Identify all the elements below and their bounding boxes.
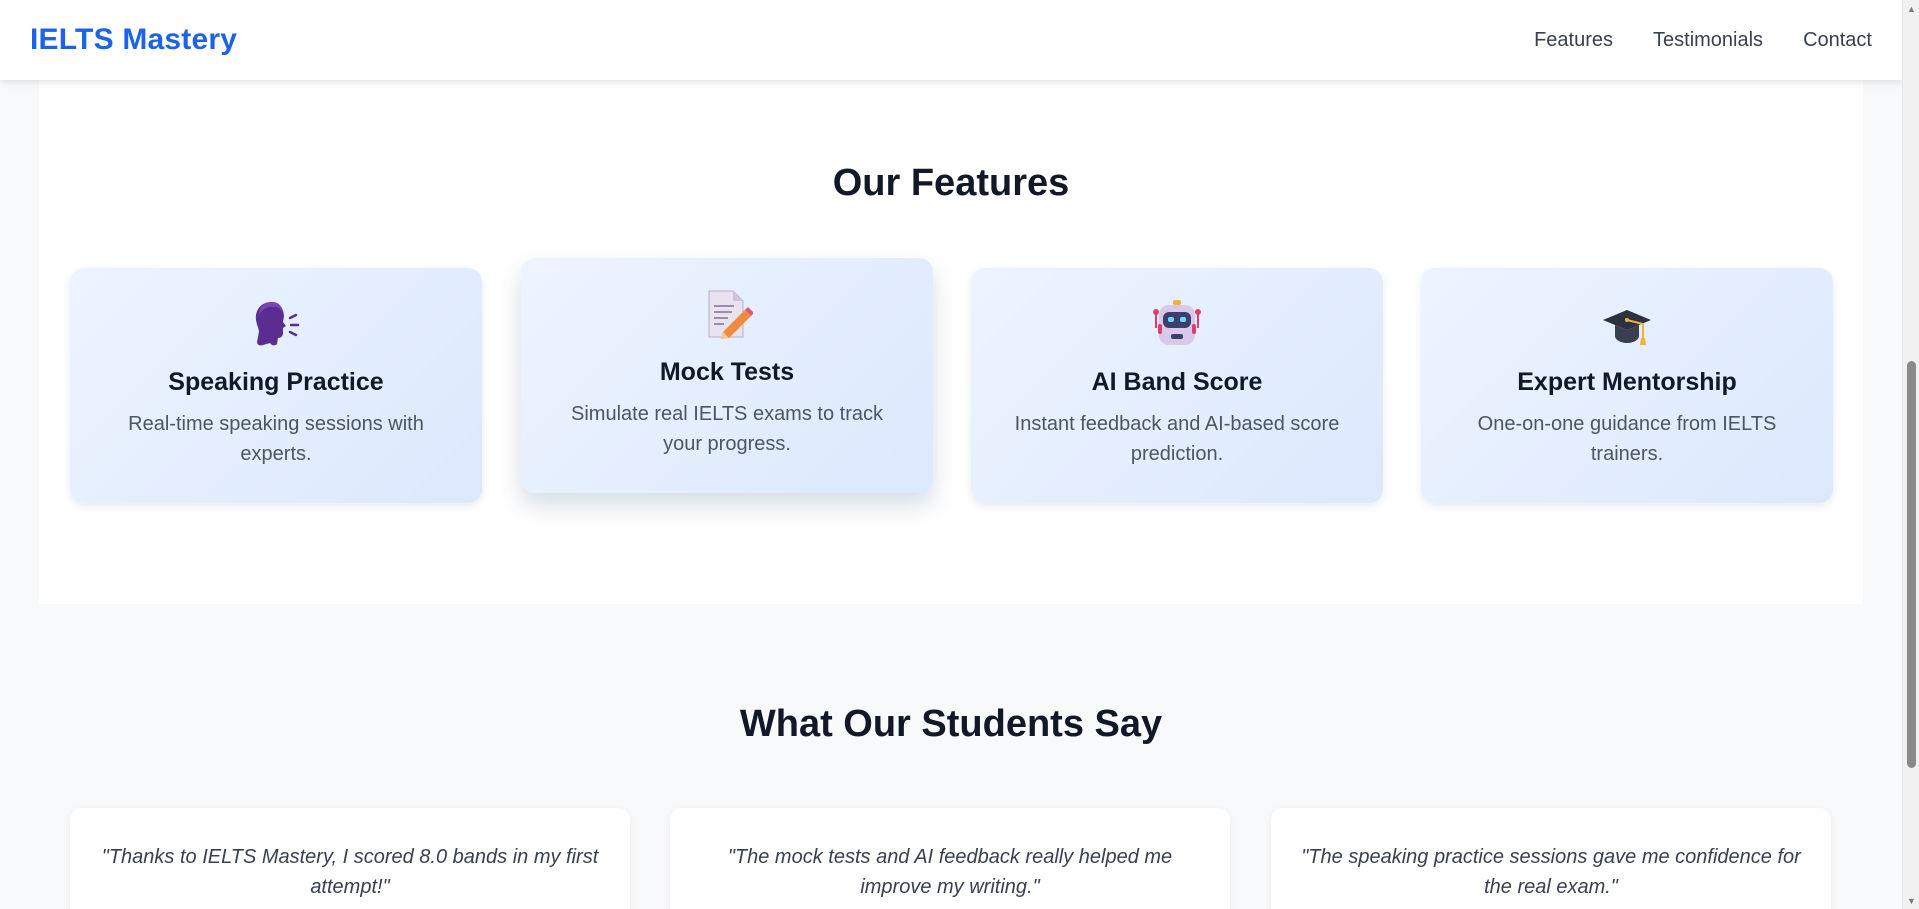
feature-description: One-on-one guidance from IELTS trainers.: [1477, 413, 1777, 465]
feature-title: AI Band Score: [1091, 368, 1263, 396]
feature-card-ai-band-score: AI Band Score Instant feedback and AI-ba…: [971, 268, 1383, 503]
testimonial-card: "Thanks to IELTS Mastery, I scored 8.0 b…: [70, 808, 630, 909]
robot-icon: [1153, 300, 1201, 345]
feature-card-mock-tests: Mock Tests Simulate real IELTS exams to …: [521, 258, 933, 493]
testimonial-card: "The speaking practice sessions gave me …: [1271, 808, 1831, 909]
scrollbar-thumb[interactable]: [1907, 361, 1916, 768]
feature-title: Speaking Practice: [168, 368, 384, 396]
scroll-up-arrow-icon[interactable]: ▲: [1903, 0, 1919, 17]
feature-description: Instant feedback and AI-based score pred…: [1014, 413, 1340, 465]
features-title: Our Features: [832, 162, 1070, 204]
feature-title: Expert Mentorship: [1517, 368, 1737, 396]
vertical-scrollbar[interactable]: ▲ ▼: [1902, 0, 1919, 909]
feature-card-speaking-practice: Speaking Practice Real-time speaking ses…: [70, 268, 482, 503]
feature-card-expert-mentorship: Expert Mentorship One-on-one guidance fr…: [1421, 268, 1833, 503]
nav-link-contact[interactable]: Contact: [1803, 29, 1872, 52]
nav-link-testimonials[interactable]: Testimonials: [1653, 29, 1763, 52]
brand-logo-text[interactable]: IELTS Mastery: [30, 23, 237, 57]
memo-icon: [708, 290, 753, 339]
testimonial-quote: "The speaking practice sessions gave me …: [1301, 846, 1801, 898]
testimonial-quote: "Thanks to IELTS Mastery, I scored 8.0 b…: [101, 846, 599, 898]
speaking-head-icon: [255, 302, 300, 346]
page: IELTS Mastery Features Testimonials Cont…: [0, 0, 1902, 909]
nav-links: Features Testimonials Contact: [1534, 29, 1872, 52]
features-section: Our Features Speaking Practice Real-time…: [39, 80, 1863, 604]
scroll-down-arrow-icon[interactable]: ▼: [1903, 892, 1919, 909]
testimonial-quote: "The mock tests and AI feedback really h…: [727, 846, 1173, 898]
graduation-cap-icon: [1603, 310, 1651, 345]
testimonial-card: "The mock tests and AI feedback really h…: [670, 808, 1230, 909]
feature-description: Simulate real IELTS exams to track your …: [571, 403, 883, 455]
testimonials-section: What Our Students Say "Thanks to IELTS M…: [0, 604, 1902, 909]
testimonials-title: What Our Students Say: [739, 703, 1163, 745]
feature-description: Real-time speaking sessions with experts…: [128, 413, 424, 465]
nav-link-features[interactable]: Features: [1534, 29, 1613, 52]
feature-title: Mock Tests: [659, 358, 795, 386]
top-navbar: IELTS Mastery Features Testimonials Cont…: [0, 0, 1902, 80]
